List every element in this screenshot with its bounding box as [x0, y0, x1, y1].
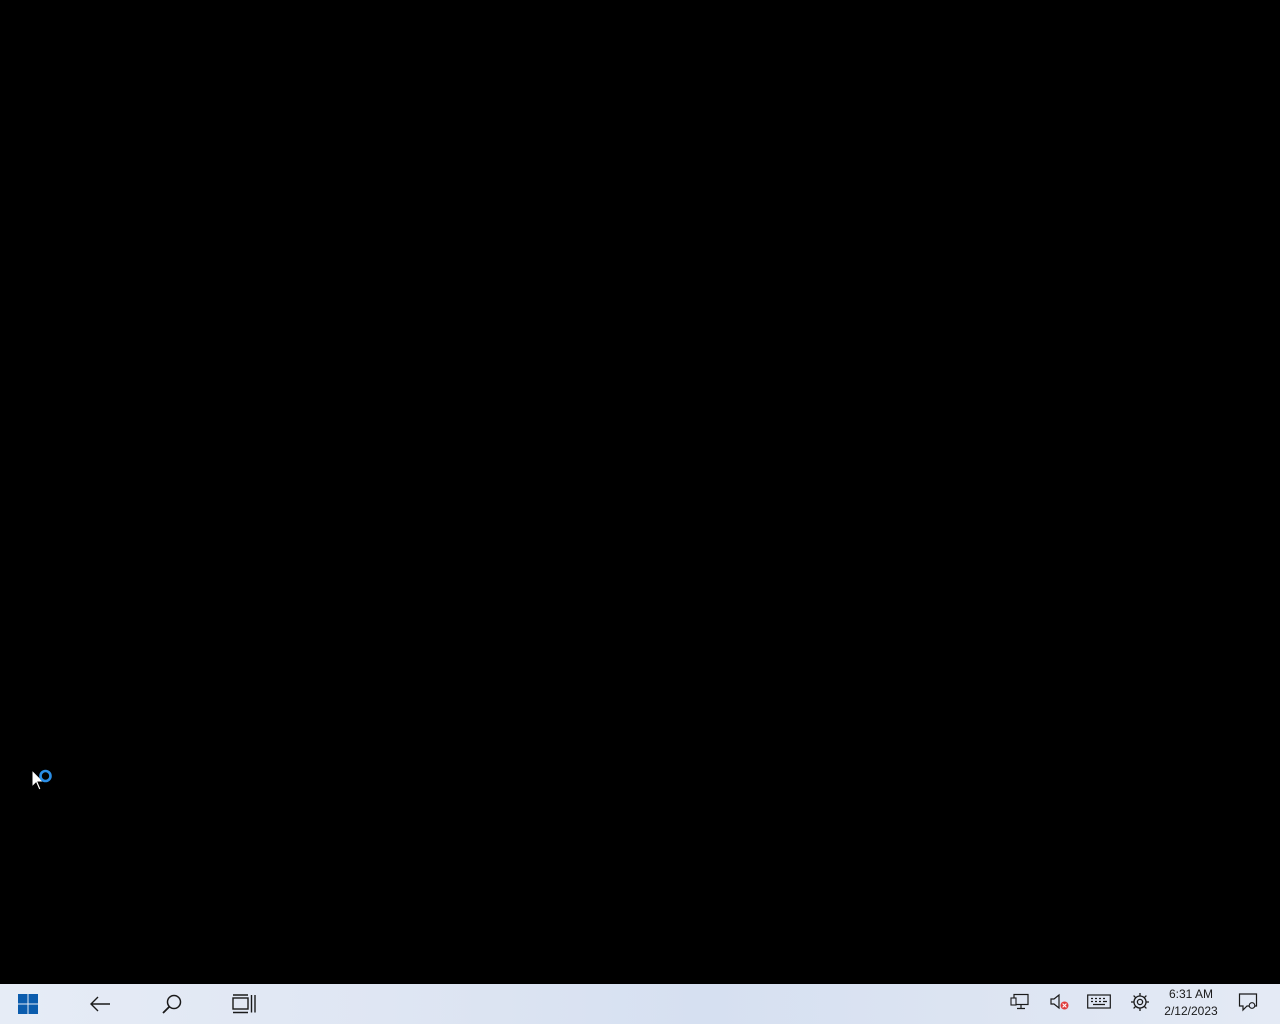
network-icon — [1010, 993, 1030, 1016]
task-view-button[interactable] — [220, 984, 268, 1024]
action-center-button[interactable] — [1230, 984, 1266, 1024]
start-button[interactable] — [4, 984, 52, 1024]
windows-logo-icon — [17, 993, 39, 1015]
volume-muted-icon — [1049, 993, 1071, 1016]
gear-icon — [1130, 992, 1150, 1017]
clock-time: 6:31 AM — [1168, 987, 1214, 1001]
settings-tray-button[interactable] — [1122, 984, 1158, 1024]
search-button[interactable] — [148, 984, 196, 1024]
touch-keyboard-button[interactable] — [1081, 984, 1117, 1024]
busy-pointer-icon — [30, 768, 56, 796]
taskbar: 6:31 AM 2/12/2023 — [0, 984, 1280, 1024]
search-icon — [161, 993, 183, 1015]
back-arrow-icon — [89, 995, 111, 1013]
clock-date: 2/12/2023 — [1164, 1004, 1218, 1018]
network-tray-button[interactable] — [1002, 984, 1038, 1024]
desktop[interactable] — [0, 0, 1280, 984]
volume-tray-button[interactable] — [1042, 984, 1078, 1024]
keyboard-icon — [1087, 993, 1111, 1015]
taskbar-clock[interactable]: 6:31 AM 2/12/2023 — [1160, 986, 1222, 1022]
task-view-icon — [232, 994, 256, 1014]
back-button[interactable] — [76, 984, 124, 1024]
action-center-icon — [1238, 992, 1258, 1017]
